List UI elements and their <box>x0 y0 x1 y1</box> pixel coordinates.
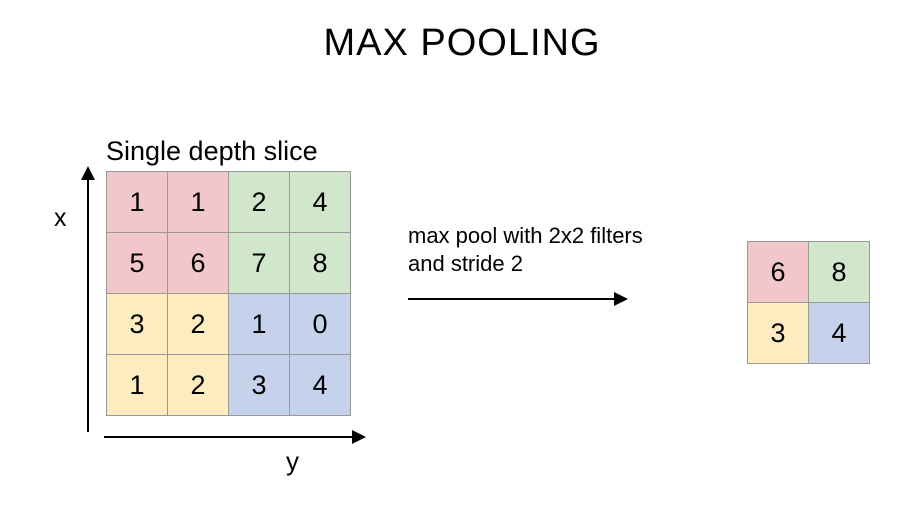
axis-x-label: x <box>54 204 67 233</box>
diagram-title: MAX POOLING <box>0 22 924 65</box>
input-cell: 2 <box>168 355 229 416</box>
output-cell: 8 <box>809 242 870 303</box>
input-cell: 3 <box>229 355 290 416</box>
operation-line1: max pool with 2x2 filters <box>408 222 643 250</box>
output-cell: 6 <box>748 242 809 303</box>
output-grid: 6 8 3 4 <box>747 241 870 364</box>
operation-arrow-icon <box>408 298 626 300</box>
input-cell: 3 <box>107 294 168 355</box>
input-cell: 0 <box>290 294 351 355</box>
operation-line2: and stride 2 <box>408 250 643 278</box>
axis-y-label: y <box>286 446 299 477</box>
output-cell: 3 <box>748 303 809 364</box>
input-cell: 6 <box>168 233 229 294</box>
input-cell: 2 <box>168 294 229 355</box>
input-cell: 7 <box>229 233 290 294</box>
input-cell: 2 <box>229 172 290 233</box>
input-grid: 1 1 2 4 5 6 7 8 3 2 1 0 1 2 3 4 <box>106 171 351 416</box>
input-cell: 1 <box>107 172 168 233</box>
operation-label: max pool with 2x2 filters and stride 2 <box>408 222 643 277</box>
input-cell: 5 <box>107 233 168 294</box>
input-cell: 4 <box>290 172 351 233</box>
input-cell: 1 <box>168 172 229 233</box>
input-cell: 8 <box>290 233 351 294</box>
input-cell: 1 <box>107 355 168 416</box>
axis-x-arrow-icon <box>87 168 89 432</box>
slice-subtitle: Single depth slice <box>106 136 318 167</box>
input-cell: 1 <box>229 294 290 355</box>
input-cell: 4 <box>290 355 351 416</box>
output-cell: 4 <box>809 303 870 364</box>
axis-y-arrow-icon <box>104 436 364 438</box>
